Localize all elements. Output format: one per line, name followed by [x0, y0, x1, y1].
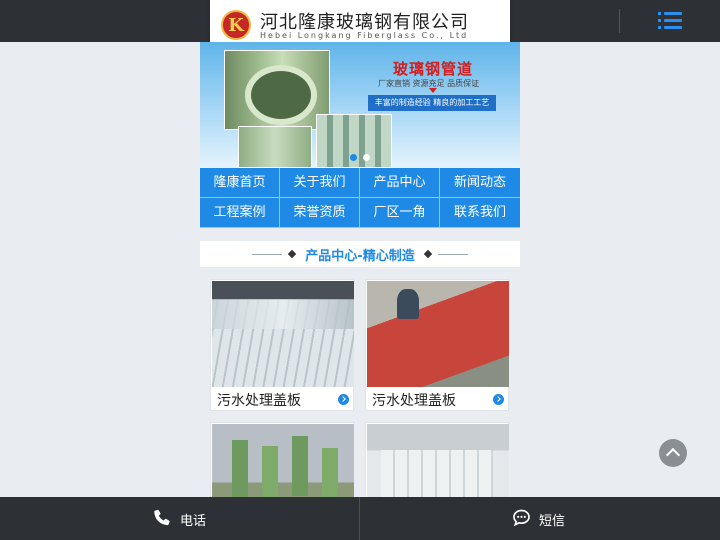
product-card[interactable]: 污水处理盖板	[365, 279, 509, 411]
product-card[interactable]: 污水处理盖板	[210, 279, 354, 411]
pipe-photo	[224, 50, 330, 130]
company-logo-icon: K	[221, 10, 251, 40]
phone-label: 电话	[180, 514, 207, 529]
slide-dot-1[interactable]	[350, 154, 357, 161]
phone-icon	[154, 509, 170, 526]
bottom-bar: 电话 短信	[0, 497, 720, 540]
menu-divider	[619, 9, 620, 33]
banner-slider[interactable]: 玻璃钢管道 厂家直销 资源充足 品质保证 丰富的制造经验 精良的加工工艺	[200, 42, 520, 168]
logo-letter: K	[228, 15, 244, 36]
nav-item-products[interactable]: 产品中心	[360, 168, 440, 198]
banner-title: 玻璃钢管道	[393, 60, 474, 78]
nav-item-honors[interactable]: 荣誉资质	[280, 198, 360, 228]
chevron-right-icon	[338, 394, 349, 405]
pipe-photo	[238, 126, 312, 168]
product-label: 污水处理盖板	[217, 393, 301, 409]
company-name-en: Hebei Longkang Fiberglass Co., Ltd	[260, 31, 469, 40]
nav-item-news[interactable]: 新闻动态	[440, 168, 520, 198]
nav-item-contact[interactable]: 联系我们	[440, 198, 520, 228]
product-image	[212, 281, 354, 387]
nav-item-cases[interactable]: 工程案例	[200, 198, 280, 228]
slide-dot-2[interactable]	[363, 154, 370, 161]
sms-button[interactable]: 短信	[360, 497, 718, 540]
banner-strip: 丰富的制造经验 精良的加工工艺	[368, 95, 496, 111]
hamburger-menu-icon[interactable]	[658, 11, 682, 31]
chat-bubble-icon	[513, 509, 530, 527]
nav-item-factory[interactable]: 厂区一角	[360, 198, 440, 228]
chevron-right-icon	[493, 394, 504, 405]
back-to-top-button[interactable]	[659, 439, 687, 467]
sms-label: 短信	[539, 514, 566, 529]
section-title: 产品中心-精心制造	[305, 249, 415, 264]
product-label: 污水处理盖板	[372, 393, 456, 409]
divider-line	[438, 254, 468, 255]
section-header: 产品中心-精心制造	[200, 241, 520, 267]
nav-item-home[interactable]: 隆康首页	[200, 168, 280, 198]
banner-arrow-icon	[429, 88, 437, 93]
product-image	[367, 281, 509, 387]
main-nav-grid: 隆康首页 关于我们 产品中心 新闻动态 工程案例 荣誉资质 厂区一角 联系我们	[200, 168, 520, 228]
phone-button[interactable]: 电话	[0, 497, 358, 540]
nav-item-about[interactable]: 关于我们	[280, 168, 360, 198]
